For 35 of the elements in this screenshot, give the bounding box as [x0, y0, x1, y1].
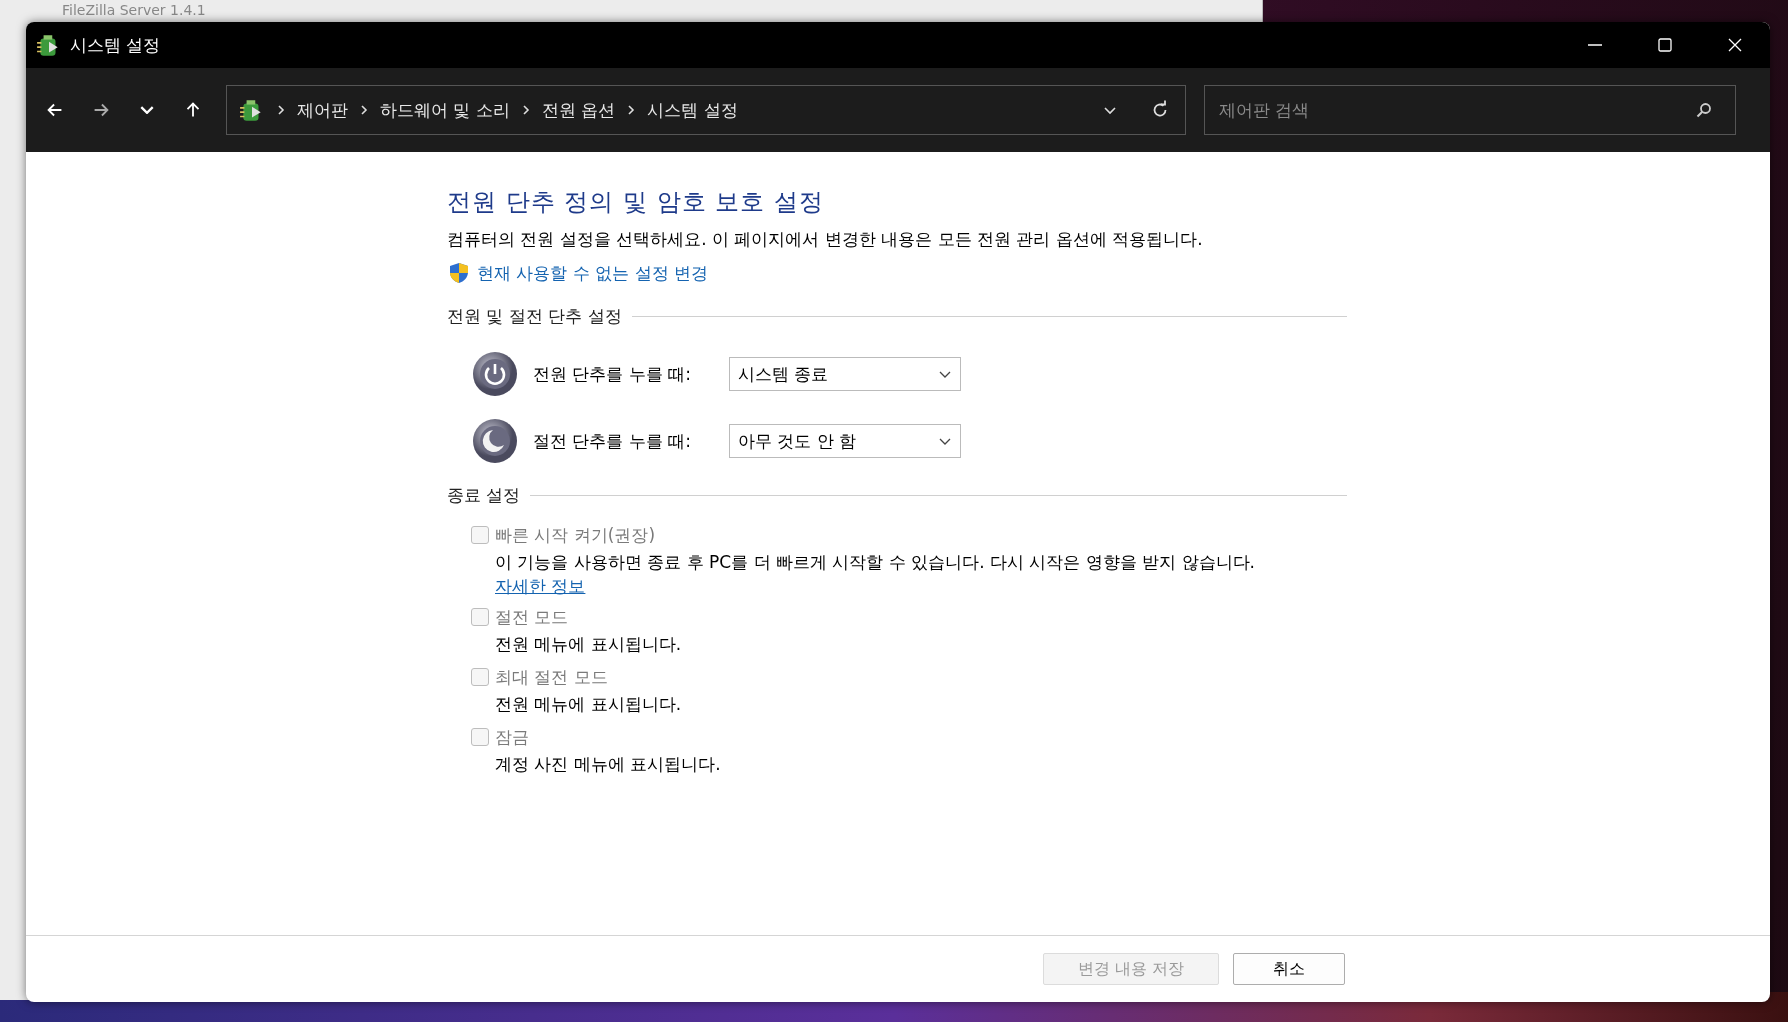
- search-icon: [1695, 101, 1713, 119]
- breadcrumb-item[interactable]: 제어판: [297, 98, 348, 122]
- checkbox-label: 빠른 시작 켜기(권장): [495, 523, 656, 547]
- checkbox-label: 최대 절전 모드: [495, 665, 608, 689]
- settings-link[interactable]: 현재 사용할 수 없는 설정 변경: [477, 261, 709, 285]
- page-heading: 전원 단추 정의 및 암호 보호 설정: [447, 187, 825, 218]
- dropdown[interactable]: 시스템 종료: [729, 357, 961, 391]
- window-title: FileZilla Server 1.4.1: [62, 2, 206, 18]
- checkbox-label: 절전 모드: [495, 605, 569, 629]
- maximize-icon: [1656, 36, 1674, 54]
- breadcrumb-item[interactable]: 전원 옵션: [541, 98, 616, 122]
- chevron-down-icon: [140, 106, 154, 114]
- field-label: 절전 단추를 누를 때:: [533, 429, 692, 453]
- dropdown[interactable]: 아무 것도 안 함: [729, 424, 961, 458]
- option-description: 이 기능을 사용하면 종료 후 PC를 더 빠르게 시작할 수 있습니다. 다시 시작은 영향을 받지 않습니다.: [495, 551, 1256, 574]
- window-title: 시스템 설정: [70, 33, 162, 57]
- option-description: 전원 메뉴에 표시됩니다.: [495, 693, 683, 716]
- breadcrumb-item[interactable]: 시스템 설정: [647, 98, 738, 122]
- breadcrumb-item[interactable]: 하드웨어 및 소리: [380, 98, 510, 122]
- section-title: 종료 설정: [447, 484, 521, 507]
- option-description: 계정 사진 메뉴에 표시됩니다.: [495, 753, 722, 776]
- cancel-button[interactable]: 취소: [1233, 953, 1345, 985]
- moon-icon: [471, 417, 519, 465]
- chevron-icon: [275, 104, 287, 116]
- section-title: 전원 및 절전 단추 설정: [447, 305, 622, 328]
- power-button-icon: [471, 350, 519, 398]
- shield-icon: [447, 261, 471, 285]
- description-text: 컴퓨터의 전원 설정을 선택하세요. 이 페이지에서 변경한 내용은 모든 전원 관리 옵션에 적용됩니다.: [447, 228, 1204, 251]
- minimize-icon: [1588, 44, 1602, 46]
- close-icon: [1726, 36, 1744, 54]
- checkbox-label: 잠금: [495, 725, 529, 749]
- chevron-icon: [358, 104, 370, 116]
- field-label: 전원 단추를 누를 때:: [533, 362, 692, 386]
- option-description: 전원 메뉴에 표시됩니다.: [495, 633, 683, 656]
- address-bar[interactable]: 제어판 하드웨어 및 소리 전원 옵션 시스템 설정: [226, 85, 1186, 135]
